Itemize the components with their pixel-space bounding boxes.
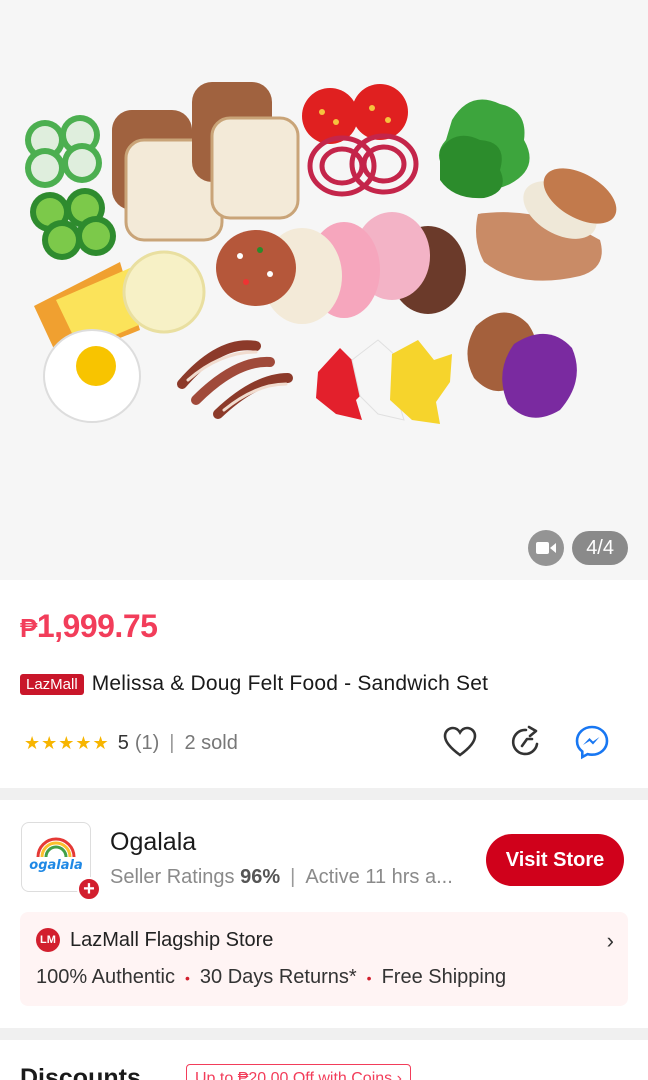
- store-name[interactable]: Ogalala: [110, 828, 196, 857]
- currency-symbol: ₱: [20, 613, 37, 643]
- product-info-card: ₱1,999.75 LazMall Melissa & Doug Felt Fo…: [0, 580, 648, 788]
- store-perks: 100% Authentic • 30 Days Returns* • Free…: [36, 966, 506, 989]
- chevron-right-icon[interactable]: ›: [607, 928, 614, 954]
- flagship-label: LazMall Flagship Store: [70, 928, 274, 951]
- store-card: ogalala + Ogalala Seller Ratings 96% | Act…: [0, 800, 648, 1028]
- perk-returns: 30 Days Returns*: [199, 966, 357, 988]
- perk-dot: •: [366, 969, 372, 986]
- star-rating-icon: ★★★★★: [24, 733, 110, 753]
- store-active-status: Active 11 hrs a...: [305, 866, 453, 888]
- rating-row[interactable]: ★★★★★ 5 (1) | 2 sold: [24, 732, 238, 755]
- product-title-row: LazMall Melissa & Doug Felt Food - Sandw…: [20, 672, 488, 696]
- perk-dot: •: [185, 969, 190, 986]
- felt-bread: [112, 82, 300, 242]
- product-image-gallery[interactable]: 4/4: [0, 0, 648, 580]
- felt-onions: [307, 133, 419, 197]
- rating-value: 5: [117, 732, 129, 754]
- separator: |: [290, 866, 296, 888]
- share-icon[interactable]: [508, 724, 544, 760]
- rating-count: (1): [134, 732, 160, 754]
- video-camera-icon[interactable]: [528, 530, 565, 566]
- perk-authentic: 100% Authentic: [36, 966, 175, 988]
- product-photo: [25, 82, 617, 424]
- felt-bacon: [177, 340, 293, 419]
- heart-icon[interactable]: [442, 724, 478, 760]
- separator: |: [169, 732, 175, 754]
- felt-peppers: [316, 339, 452, 424]
- felt-egg: [43, 329, 141, 423]
- felt-patties: [467, 312, 577, 418]
- coins-discount-chip[interactable]: Up to ₱20.00 Off with Coins ›: [186, 1064, 411, 1080]
- product-title: Melissa & Doug Felt Food - Sandwich Set: [91, 672, 489, 695]
- svg-text:ogalala: ogalala: [29, 858, 82, 873]
- discounts-section: Discounts Up to ₱20.00 Off with Coins ›: [0, 1040, 648, 1080]
- lazmall-badge: LazMall: [20, 673, 84, 695]
- visit-store-button[interactable]: Visit Store: [486, 834, 624, 886]
- flagship-header: LM LazMall Flagship Store: [36, 928, 273, 952]
- felt-meats: [216, 212, 466, 324]
- image-counter: 4/4: [572, 531, 628, 565]
- follow-plus-icon[interactable]: +: [77, 877, 101, 901]
- felt-cucumbers: [25, 115, 116, 260]
- store-logo[interactable]: ogalala +: [21, 822, 101, 901]
- discounts-title: Discounts: [20, 1064, 141, 1080]
- lazmall-icon: LM: [36, 928, 60, 952]
- product-price: ₱1,999.75: [20, 608, 158, 645]
- seller-ratings-value: 96%: [240, 866, 281, 888]
- seller-ratings-label: Seller Ratings: [110, 866, 235, 888]
- messenger-icon[interactable]: [574, 724, 610, 760]
- store-stats: Seller Ratings 96% | Active 11 hrs a...: [110, 866, 453, 889]
- felt-lettuce: [438, 99, 530, 199]
- sold-count: 2 sold: [184, 732, 238, 754]
- product-actions: [442, 724, 610, 760]
- flagship-store-banner[interactable]: LM LazMall Flagship Store › 100% Authent…: [20, 912, 628, 1006]
- price-value: 1,999.75: [36, 608, 158, 644]
- perk-shipping: Free Shipping: [381, 966, 507, 988]
